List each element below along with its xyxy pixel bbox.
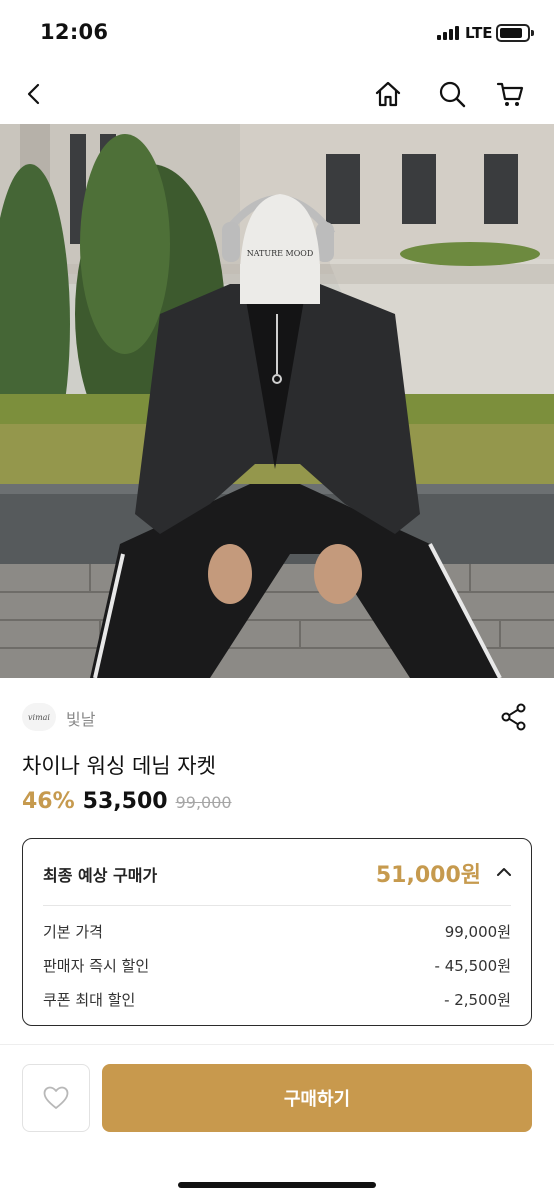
heart-icon [43, 1086, 69, 1109]
chevron-left-icon [27, 83, 40, 105]
final-price-value: 51,000원 [375, 863, 481, 888]
base-price-value: 99,000원 [444, 923, 511, 941]
coupon-discount-row: 쿠폰 최대 할인 - 2,500원 [43, 989, 511, 1011]
network-label: LTE [465, 24, 493, 42]
seller-discount-value: - 45,500원 [434, 957, 511, 975]
like-button[interactable] [22, 1064, 90, 1132]
final-price-toggle[interactable]: 최종 예상 구매가 51,000원 [23, 839, 531, 905]
signal-icon [437, 26, 459, 40]
status-time: 12:06 [40, 20, 109, 44]
coupon-discount-value: - 2,500원 [444, 991, 511, 1009]
divider [43, 905, 511, 906]
buy-button[interactable]: 구매하기 [102, 1064, 532, 1132]
brand-row: vimai 빛날 [22, 700, 532, 734]
chevron-up-icon [497, 868, 511, 876]
seller-discount-label: 판매자 즉시 할인 [43, 957, 150, 975]
final-price-label: 최종 예상 구매가 [43, 866, 158, 885]
brand-name[interactable]: 빛날 [66, 706, 95, 730]
battery-icon [496, 24, 534, 42]
cart-button[interactable] [490, 74, 530, 114]
home-indicator [178, 1182, 376, 1188]
original-price: 99,000 [175, 793, 232, 812]
final-price-box: 최종 예상 구매가 51,000원 기본 가격 99,000원 판매자 즉시 할… [22, 838, 532, 1026]
price-row: 46% 53,500 99,000 [22, 789, 232, 821]
coupon-discount-label: 쿠폰 최대 할인 [43, 991, 136, 1009]
sale-price: 53,500 [82, 789, 168, 814]
product-image[interactable]: NATURE MOOD [0, 124, 554, 678]
home-icon [375, 81, 401, 107]
base-price-label: 기본 가격 [43, 923, 103, 941]
product-title: 차이나 워싱 데님 자켓 [22, 754, 216, 778]
brand-logo[interactable]: vimai [22, 703, 56, 731]
search-button[interactable] [432, 74, 472, 114]
seller-discount-row: 판매자 즉시 할인 - 45,500원 [43, 955, 511, 977]
top-nav [0, 64, 554, 124]
base-price-row: 기본 가격 99,000원 [43, 921, 511, 943]
share-icon [501, 703, 526, 731]
back-button[interactable] [14, 74, 54, 114]
home-button[interactable] [368, 74, 408, 114]
share-button[interactable] [498, 700, 530, 734]
search-icon [439, 81, 466, 108]
cart-icon [496, 82, 524, 106]
discount-rate: 46% [22, 789, 75, 814]
cap-logo-text: NATURE MOOD [247, 249, 314, 258]
section-divider [0, 1044, 554, 1045]
status-bar: 12:06 LTE [0, 0, 554, 64]
